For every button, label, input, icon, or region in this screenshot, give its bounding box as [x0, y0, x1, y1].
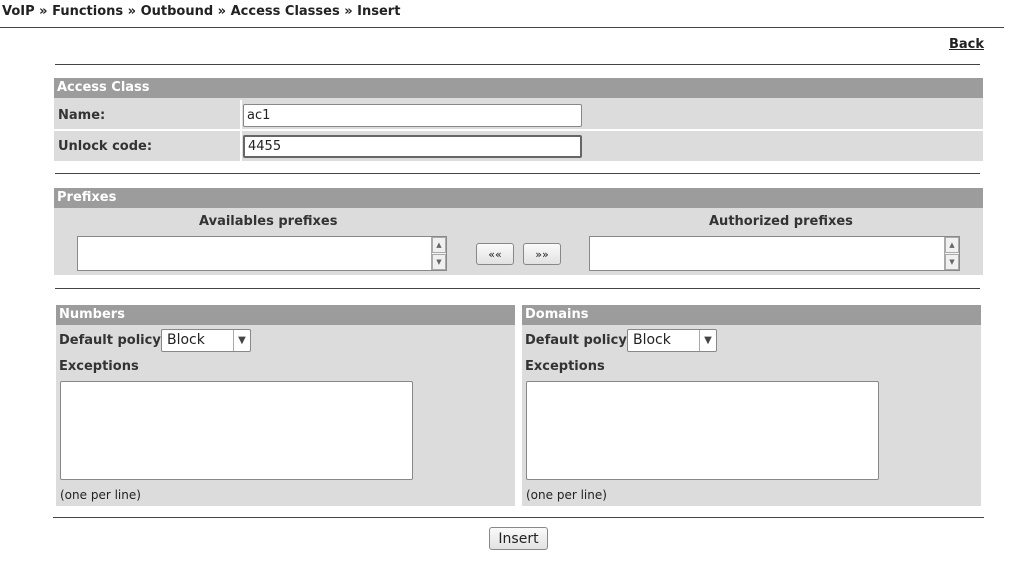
unlock-code-input[interactable] — [243, 135, 582, 158]
chevron-down-icon: ▼ — [699, 330, 716, 351]
numbers-exceptions-label: Exceptions — [59, 359, 139, 374]
available-prefixes-label: Availables prefixes — [199, 214, 338, 229]
name-label: Name: — [58, 108, 106, 123]
numbers-hint: (one per line) — [60, 488, 141, 502]
available-prefixes-list[interactable]: ▲ ▼ — [77, 236, 447, 271]
numbers-policy-select[interactable]: Block ▼ — [161, 329, 251, 352]
top-divider — [0, 27, 1004, 28]
name-input[interactable] — [243, 104, 582, 127]
access-class-row-sep — [54, 129, 983, 131]
access-class-header: Access Class — [54, 78, 983, 98]
back-link[interactable]: Back — [949, 37, 984, 52]
numbers-header: Numbers — [56, 305, 515, 325]
divider-4 — [53, 517, 984, 518]
breadcrumb: VoIP » Functions » Outbound » Access Cla… — [2, 4, 401, 19]
domains-policy-value: Block — [633, 332, 671, 348]
divider-3 — [55, 288, 980, 289]
available-prefixes-scrollbar[interactable]: ▲ ▼ — [431, 237, 446, 270]
scroll-up-icon[interactable]: ▲ — [945, 237, 959, 253]
authorized-prefixes-list[interactable]: ▲ ▼ — [589, 236, 960, 271]
scroll-down-icon[interactable]: ▼ — [432, 254, 446, 270]
chevron-down-icon: ▼ — [233, 330, 250, 351]
domains-hint: (one per line) — [526, 488, 607, 502]
unlock-code-label: Unlock code: — [58, 139, 153, 154]
domains-policy-select[interactable]: Block ▼ — [627, 329, 717, 352]
numbers-exceptions-textarea[interactable] — [60, 381, 413, 480]
divider-1 — [55, 64, 980, 65]
insert-button[interactable]: Insert — [489, 527, 548, 550]
domains-exceptions-textarea[interactable] — [526, 381, 879, 480]
move-right-button[interactable]: »» — [523, 243, 561, 265]
divider-2 — [55, 173, 980, 174]
prefixes-header: Prefixes — [54, 188, 983, 208]
authorized-prefixes-label: Authorized prefixes — [709, 214, 853, 229]
move-left-button[interactable]: «« — [476, 243, 514, 265]
domains-exceptions-label: Exceptions — [525, 359, 605, 374]
domains-policy-label: Default policy: — [525, 333, 633, 348]
numbers-policy-value: Block — [167, 332, 205, 348]
authorized-prefixes-scrollbar[interactable]: ▲ ▼ — [944, 237, 959, 270]
scroll-down-icon[interactable]: ▼ — [945, 254, 959, 270]
domains-header: Domains — [522, 305, 981, 325]
scroll-up-icon[interactable]: ▲ — [432, 237, 446, 253]
numbers-policy-label: Default policy: — [59, 333, 167, 348]
